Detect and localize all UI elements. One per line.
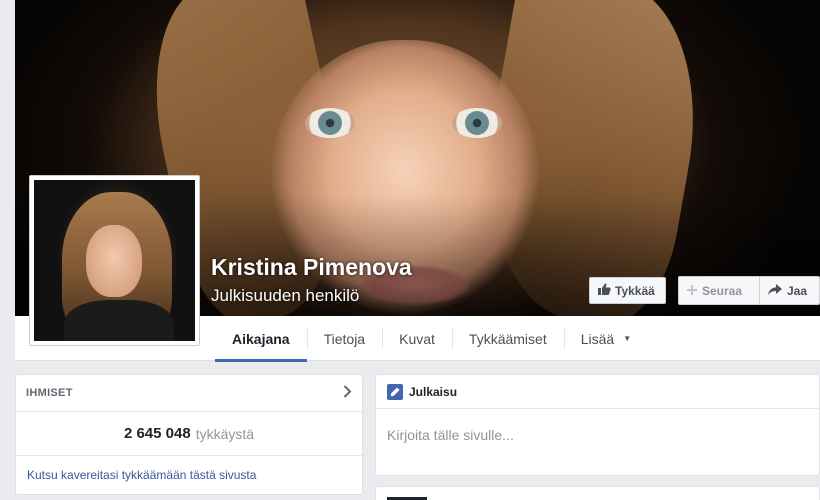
follow-share-group: Seuraa Jaa <box>678 276 820 305</box>
likes-label: tykkäystä <box>195 425 255 442</box>
composer-input[interactable]: Kirjoita tälle sivulle... <box>376 409 819 461</box>
share-button-label: Jaa <box>787 283 808 298</box>
page: Kristina Pimenova Julkisuuden henkilö Ty… <box>0 0 820 500</box>
tab-more[interactable]: Lisää ▼ <box>563 316 648 361</box>
share-arrow-icon <box>768 283 782 298</box>
invite-friends-link[interactable]: Kutsu kavereitasi tykkäämään tästä sivus… <box>16 456 362 494</box>
composer-title: Julkaisu <box>409 384 458 399</box>
cover-eye-left <box>305 108 355 138</box>
follow-button-label: Seuraa <box>702 283 743 298</box>
follow-button[interactable]: Seuraa <box>679 277 760 304</box>
post-composer: Julkaisu Kirjoita tälle sivulle... <box>375 374 820 476</box>
plus-icon <box>687 284 697 298</box>
profile-picture-image <box>34 180 195 341</box>
share-button[interactable]: Jaa <box>760 277 819 304</box>
profile-body <box>64 300 174 341</box>
people-card-header[interactable]: IHMISET <box>16 375 362 412</box>
tab-about[interactable]: Tietoja <box>306 316 383 361</box>
profile-picture[interactable] <box>29 175 200 346</box>
likes-count: 2 645 048 <box>123 425 191 442</box>
page-name[interactable]: Kristina Pimenova <box>211 254 412 281</box>
like-button[interactable]: Tykkää <box>589 277 666 304</box>
caret-down-icon: ▼ <box>623 334 632 343</box>
tab-likes[interactable]: Tykkäämiset <box>451 316 564 361</box>
cover-eye-right <box>452 108 502 138</box>
tab-label: Aikajana <box>232 330 290 347</box>
people-card-title: IHMISET <box>26 387 73 399</box>
like-button-label: Tykkää <box>615 283 655 298</box>
page-tabs: Aikajana Tietoja Kuvat Tykkäämiset Lisää… <box>215 316 648 362</box>
tab-photos[interactable]: Kuvat <box>382 316 452 361</box>
tab-label: Tietoja <box>323 330 366 347</box>
tab-label: Lisää <box>580 330 615 347</box>
tab-label: Kuvat <box>399 330 435 347</box>
pencil-icon <box>387 383 403 400</box>
composer-header[interactable]: Julkaisu <box>376 375 819 409</box>
profile-face <box>86 225 142 297</box>
page-category[interactable]: Julkisuuden henkilö <box>211 286 359 306</box>
thumbs-up-icon <box>598 283 611 298</box>
people-card: IHMISET 2 645 048 tykkäystä Kutsu kavere… <box>15 374 363 495</box>
chevron-right-icon[interactable] <box>343 384 352 402</box>
tab-timeline[interactable]: Aikajana <box>215 316 307 362</box>
next-card <box>375 486 820 500</box>
likes-count-row: 2 645 048 tykkäystä <box>16 412 362 456</box>
tab-label: Tykkäämiset <box>468 330 547 347</box>
